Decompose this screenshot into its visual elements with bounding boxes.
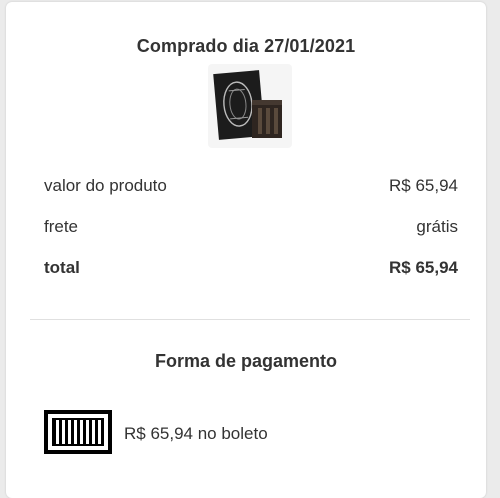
- summary-label: total: [44, 258, 80, 277]
- summary-label: valor do produto: [44, 176, 167, 195]
- summary-row-total: total R$ 65,94: [44, 258, 458, 282]
- summary-label: frete: [44, 217, 79, 236]
- summary-value: R$ 65,94: [389, 258, 458, 277]
- summary-value: R$ 65,94: [389, 176, 458, 195]
- payment-method-title: Forma de pagamento: [154, 351, 338, 371]
- purchase-summary-card: Comprado dia 27/01/2021 valor do produto…: [6, 2, 486, 498]
- summary-value: grátis: [416, 217, 458, 236]
- book-box-set-image: [213, 70, 282, 140]
- barcode-boleto-icon: [44, 410, 112, 454]
- summary-row-shipping: frete grátis: [44, 217, 458, 241]
- purchase-date-title: Comprado dia 27/01/2021: [136, 36, 356, 56]
- product-thumbnail[interactable]: [208, 64, 292, 148]
- payment-method-text: R$ 65,94 no boleto: [124, 424, 268, 443]
- summary-row-product-value: valor do produto R$ 65,94: [44, 176, 458, 200]
- section-divider: [30, 319, 470, 320]
